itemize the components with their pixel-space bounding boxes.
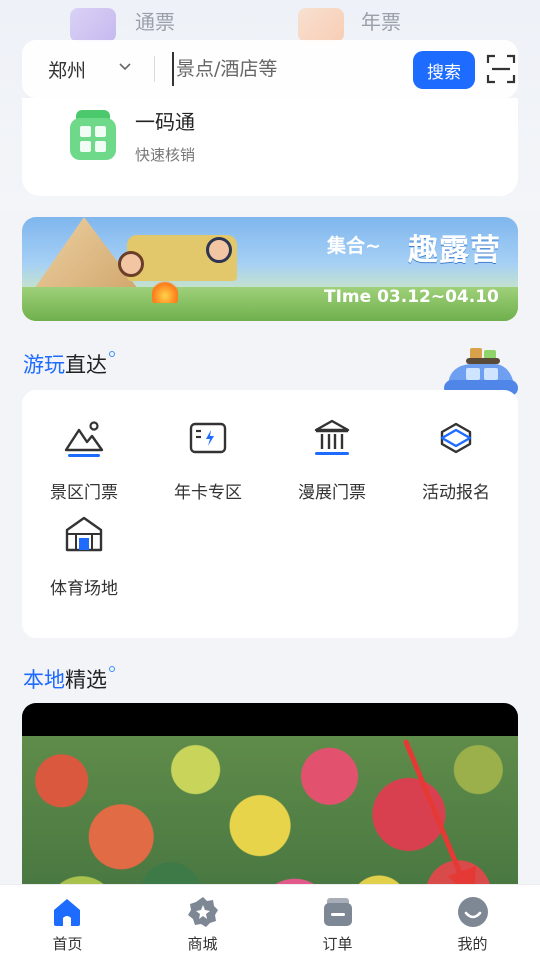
stadium-icon xyxy=(65,516,103,552)
play-section-title: 游玩直达 xyxy=(23,349,115,379)
banner-date: TIme 03.12~04.10 xyxy=(324,287,499,307)
play-title-highlight: 游玩 xyxy=(23,353,65,377)
ticket-item-annual[interactable]: 年票 xyxy=(298,0,448,45)
banner-title-main: 趣露营 xyxy=(408,233,501,268)
boxing-ring-icon xyxy=(440,422,472,454)
nav-label: 首页 xyxy=(52,935,83,953)
play-item-scenic-tickets[interactable]: 景区门票 xyxy=(22,390,146,503)
search-input[interactable] xyxy=(172,52,402,86)
ticket-item-pass[interactable]: 通票 xyxy=(70,0,220,45)
nav-label: 商城 xyxy=(187,935,218,953)
play-label: 活动报名 xyxy=(422,483,490,503)
play-title-rest: 直达 xyxy=(65,353,107,377)
nav-label: 订单 xyxy=(322,935,353,953)
camping-banner[interactable]: 集合~ 趣露营 TIme 03.12~04.10 xyxy=(22,217,518,321)
nav-item-profile[interactable]: 我的 xyxy=(405,885,540,960)
museum-icon xyxy=(314,419,350,455)
order-icon xyxy=(324,898,352,926)
play-grid-card: 景区门票 年卡专区 漫展门票 活动报名 体育场地 xyxy=(22,390,518,638)
ticket-orange-icon xyxy=(298,8,344,42)
ticket-label-pass: 通票 xyxy=(135,10,175,34)
play-label: 体育场地 xyxy=(50,579,118,599)
play-item-annual-card[interactable]: 年卡专区 xyxy=(146,390,270,503)
search-bar: 郑州 搜索 xyxy=(22,40,518,98)
play-label: 漫展门票 xyxy=(298,483,366,503)
mountain-icon xyxy=(64,421,104,457)
local-title-highlight: 本地 xyxy=(23,668,65,692)
play-item-expo-tickets[interactable]: 漫展门票 xyxy=(270,390,394,503)
nav-item-home[interactable]: 首页 xyxy=(0,885,135,960)
banner-title-prefix: 集合~ xyxy=(327,235,381,257)
ticket-label-annual: 年票 xyxy=(361,10,401,34)
divider xyxy=(154,56,155,82)
card-lightning-icon xyxy=(189,422,227,454)
local-section-title: 本地精选 xyxy=(23,664,115,694)
city-selector[interactable]: 郑州 xyxy=(48,56,86,83)
nav-item-orders[interactable]: 订单 xyxy=(270,885,405,960)
one-code-subtitle: 快速核销 xyxy=(135,146,196,164)
play-item-event-signup[interactable]: 活动报名 xyxy=(394,390,518,503)
boy-illustration xyxy=(206,237,232,263)
girl-illustration xyxy=(118,251,144,277)
profile-icon xyxy=(458,897,488,927)
bottom-nav: 首页 商城 订单 我的 xyxy=(0,884,540,960)
home-icon xyxy=(54,899,80,926)
nav-label: 我的 xyxy=(457,935,488,953)
mall-icon xyxy=(188,897,218,927)
qr-code-icon xyxy=(70,110,116,160)
one-code-card[interactable]: 一码通 快速核销 xyxy=(22,98,518,196)
chevron-down-icon[interactable] xyxy=(118,60,132,74)
section-dot-icon xyxy=(109,351,115,357)
nav-item-mall[interactable]: 商城 xyxy=(135,885,270,960)
campfire-illustration xyxy=(152,279,178,303)
play-item-sports-venue[interactable]: 体育场地 xyxy=(22,486,146,599)
local-title-rest: 精选 xyxy=(65,668,107,692)
section-dot-icon xyxy=(109,666,115,672)
one-code-title: 一码通 xyxy=(135,110,195,134)
play-label: 年卡专区 xyxy=(174,483,242,503)
search-button[interactable]: 搜索 xyxy=(413,51,475,89)
ticket-purple-icon xyxy=(70,8,116,42)
ticket-row: 通票 年票 xyxy=(0,0,540,45)
scan-icon[interactable] xyxy=(486,54,516,84)
